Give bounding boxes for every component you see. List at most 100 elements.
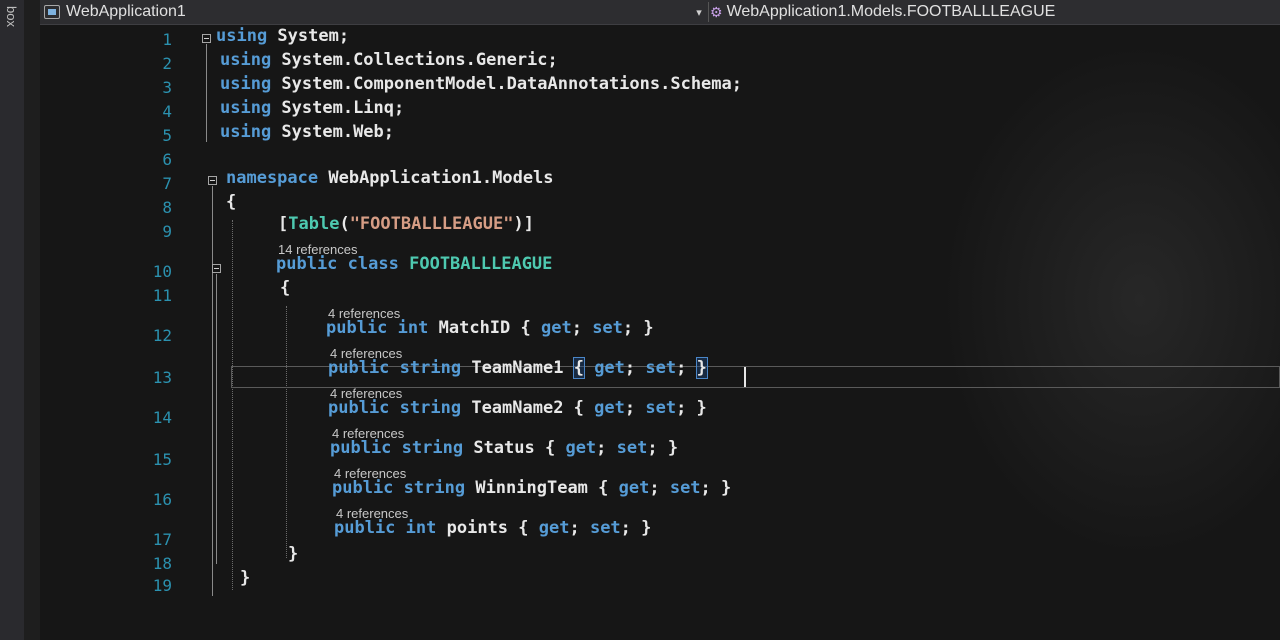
- code-token: public: [332, 478, 394, 498]
- fold-toggle-namespace[interactable]: [208, 176, 217, 185]
- fold-line-class: [216, 274, 217, 564]
- code-token: )]: [513, 214, 534, 234]
- code-line[interactable]: public int points { get; set; }: [334, 518, 651, 538]
- code-token: get: [540, 318, 572, 338]
- code-token: set: [616, 438, 648, 458]
- code-token: int: [405, 518, 437, 538]
- code-token: TeamName1: [461, 358, 574, 378]
- code-line[interactable]: using System.Web;: [220, 122, 394, 142]
- code-token: string: [399, 358, 462, 378]
- line-number: 8: [162, 198, 172, 217]
- code-token: ;: [624, 398, 646, 418]
- line-number: 2: [162, 54, 172, 73]
- code-token: ;: [676, 358, 697, 378]
- brace-match-highlight: }: [695, 357, 708, 379]
- line-number: 18: [152, 554, 172, 573]
- code-line[interactable]: [Table("FOOTBALLLEAGUE")]: [278, 214, 534, 234]
- project-dropdown[interactable]: WebApplication1: [44, 0, 684, 24]
- code-line[interactable]: using System.ComponentModel.DataAnnotati…: [220, 74, 742, 94]
- code-token: MatchID {: [428, 318, 541, 338]
- code-token: ;: [624, 358, 646, 378]
- line-number: 10: [152, 262, 172, 281]
- line-number: 5: [162, 126, 172, 145]
- code-token: public: [326, 318, 388, 338]
- code-token: public: [334, 518, 396, 538]
- code-token: System.Web;: [271, 122, 395, 142]
- fold-toggle-class[interactable]: [212, 264, 221, 273]
- navigation-bar: WebApplication1 ▾ ⚙ WebApplication1.Mode…: [40, 0, 1280, 25]
- code-token: Status {: [463, 438, 566, 458]
- code-token: WebApplication1.Models: [318, 168, 554, 188]
- code-line[interactable]: using System.Collections.Generic;: [220, 50, 558, 70]
- code-line[interactable]: public string WinningTeam { get; set; }: [332, 478, 731, 498]
- code-line[interactable]: public int MatchID { get; set; }: [326, 318, 654, 338]
- code-token: System.Linq;: [271, 98, 405, 118]
- code-token: set: [589, 518, 621, 538]
- code-token: get: [594, 358, 625, 378]
- code-editor[interactable]: WebApplication1 ▾ ⚙ WebApplication1.Mode…: [40, 0, 1280, 640]
- type-dropdown[interactable]: ⚙ WebApplication1.Models.FOOTBALLLEAGUE: [710, 0, 1270, 24]
- code-token: int: [397, 318, 429, 338]
- class-icon: ⚙: [710, 3, 723, 20]
- code-line[interactable]: namespace WebApplication1.Models: [226, 168, 554, 188]
- code-token: get: [618, 478, 650, 498]
- code-token: public: [330, 438, 392, 458]
- code-line[interactable]: using System;: [216, 26, 349, 46]
- line-number: 4: [162, 102, 172, 121]
- indent-guide: [232, 220, 233, 590]
- code-line[interactable]: {: [226, 192, 236, 212]
- window-edge: [24, 0, 40, 640]
- code-token: get: [538, 518, 570, 538]
- fold-toggle-usings[interactable]: [202, 34, 211, 43]
- code-token: using: [220, 74, 272, 94]
- code-token: ; }: [676, 398, 707, 418]
- code-token: ; }: [620, 518, 652, 538]
- code-token: }: [240, 568, 251, 588]
- indent-guide: [286, 306, 287, 558]
- code-token: set: [592, 318, 623, 338]
- code-line[interactable]: public string Status { get; set; }: [330, 438, 678, 458]
- line-number: 3: [162, 78, 172, 97]
- code-token: using: [220, 122, 272, 142]
- code-token: namespace: [226, 168, 319, 188]
- code-token: string: [403, 478, 466, 498]
- text-caret: [744, 367, 746, 387]
- code-token: System;: [267, 26, 350, 46]
- code-line[interactable]: }: [288, 544, 298, 564]
- line-number: 11: [152, 286, 172, 305]
- line-number: 1: [162, 30, 172, 49]
- code-line[interactable]: public class FOOTBALLLEAGUE: [276, 254, 552, 274]
- code-token: ;: [649, 478, 670, 498]
- code-line[interactable]: {: [280, 278, 290, 298]
- fold-line-namespace: [212, 186, 213, 596]
- code-token: set: [669, 478, 701, 498]
- code-token: class: [347, 254, 399, 274]
- line-number: 15: [152, 450, 172, 469]
- code-area[interactable]: 1 using System; 2 using System.Collections.…: [40, 24, 1280, 640]
- chevron-down-icon[interactable]: ▾: [690, 0, 708, 24]
- fold-line-usings: [206, 44, 207, 142]
- line-number: 13: [152, 368, 172, 387]
- brace-match-highlight: {: [572, 357, 585, 379]
- line-number: 16: [152, 490, 172, 509]
- line-number: 12: [152, 326, 172, 345]
- code-token: using: [216, 26, 268, 46]
- code-line[interactable]: public string TeamName2 { get; set; }: [328, 398, 707, 418]
- code-line[interactable]: using System.Linq;: [220, 98, 404, 118]
- code-line[interactable]: public string TeamName1 { get; set; }: [328, 357, 708, 379]
- code-token: {: [226, 192, 237, 212]
- nav-divider: [708, 2, 709, 22]
- toolbox-label[interactable]: box: [4, 6, 19, 27]
- code-token: string: [399, 398, 462, 418]
- code-line[interactable]: }: [240, 568, 250, 588]
- code-token: System.Collections.Generic;: [271, 50, 558, 70]
- project-name: WebApplication1: [66, 3, 186, 20]
- csharp-project-icon: [44, 5, 60, 19]
- toolbox-strip[interactable]: box: [0, 0, 24, 640]
- code-token: public: [276, 254, 338, 274]
